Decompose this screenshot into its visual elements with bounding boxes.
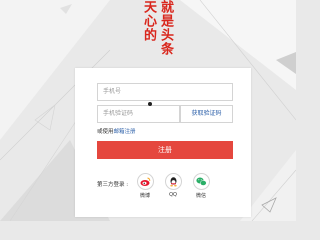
register-button[interactable]: 注册 — [97, 141, 233, 159]
qq-icon[interactable] — [164, 173, 182, 190]
wechat-login[interactable]: 微信 — [191, 173, 211, 199]
weibo-label: 微博 — [139, 193, 150, 199]
phone-placeholder: 手机号 — [103, 88, 122, 95]
email-register-link[interactable]: 邮箱注册 — [114, 129, 136, 135]
phone-input[interactable]: 手机号 — [97, 83, 233, 101]
mouse-cursor-dot — [148, 102, 152, 106]
get-code-button[interactable]: 获取验证码 — [180, 105, 233, 123]
email-prefix: 或使用 — [97, 129, 114, 135]
qq-label: QQ — [169, 192, 177, 198]
weibo-icon[interactable] — [136, 173, 154, 190]
qq-login[interactable]: QQ — [163, 173, 183, 198]
register-panel: 手机号 手机验证码 获取验证码 或使用邮箱注册 注册 第三方登录 : 微博 QQ… — [75, 68, 251, 217]
sms-code-input[interactable]: 手机验证码 — [97, 105, 180, 123]
slogan-line-left: 天心的 — [141, 0, 156, 42]
wechat-icon[interactable] — [192, 173, 210, 190]
slogan-line-right: 就是头条 — [158, 0, 173, 56]
sms-code-placeholder: 手机验证码 — [103, 110, 134, 117]
third-party-label: 第三方登录 : — [97, 182, 129, 188]
wechat-label: 微信 — [195, 193, 206, 199]
weibo-login[interactable]: 微博 — [135, 173, 155, 199]
email-register-text: 或使用邮箱注册 — [97, 127, 136, 135]
